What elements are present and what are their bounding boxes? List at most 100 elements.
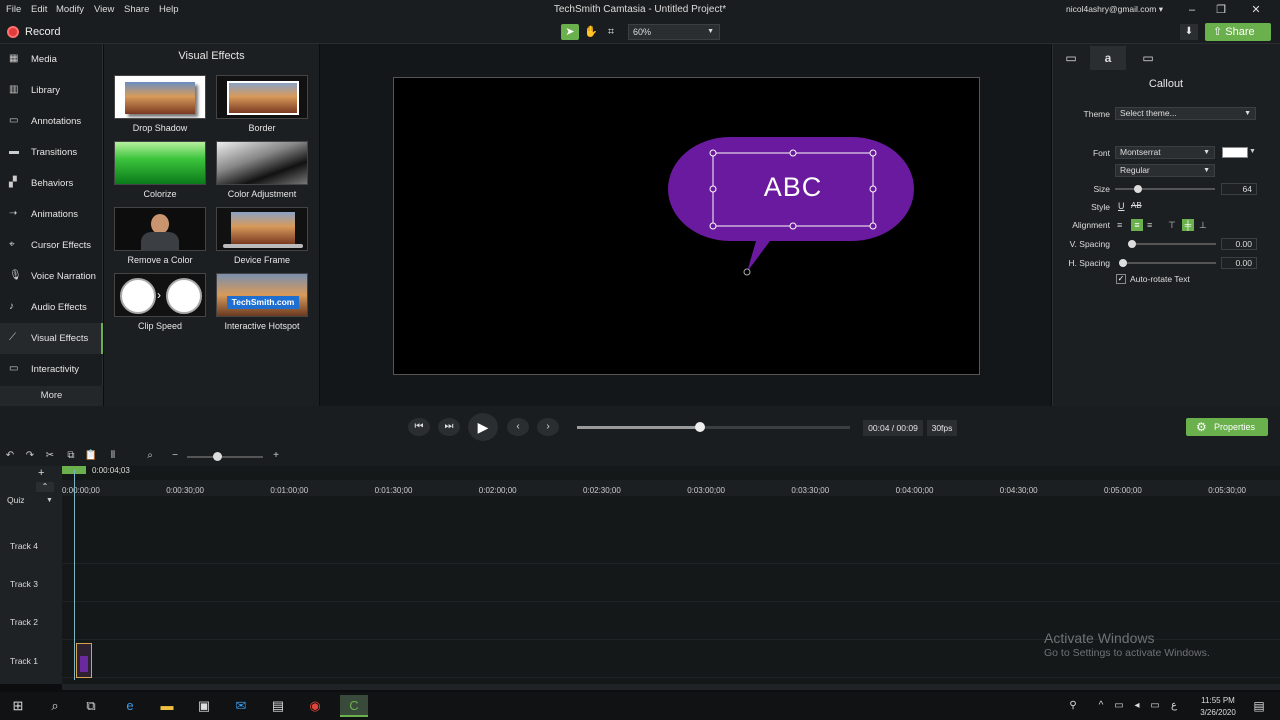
callout-text[interactable]: ABC <box>713 172 873 203</box>
size-slider-knob[interactable] <box>1134 185 1142 193</box>
callout-clip[interactable] <box>76 643 92 678</box>
time-ruler[interactable] <box>62 480 1280 496</box>
sidebar-item-cursor-effects[interactable]: ⌖ Cursor Effects <box>0 230 103 261</box>
horizontal-scrollbar[interactable] <box>62 684 1280 690</box>
notification-icon[interactable]: ▤ <box>1250 697 1268 715</box>
ime-icon[interactable]: ع <box>1165 697 1183 715</box>
properties-button[interactable]: ⚙ Properties <box>1186 418 1268 436</box>
tab-visual-properties[interactable]: ▭ <box>1053 46 1089 70</box>
edge-icon[interactable]: e <box>121 697 139 715</box>
chevron-down-icon[interactable]: ▼ <box>46 497 53 504</box>
minimize-icon[interactable]: – <box>1182 2 1202 18</box>
theme-select[interactable]: Select theme... ▼ <box>1115 107 1256 120</box>
timeline-zoom-knob[interactable] <box>213 452 222 461</box>
resize-handle[interactable] <box>789 149 797 157</box>
align-middle-icon[interactable]: ╪ <box>1182 219 1194 231</box>
zoom-out-icon[interactable]: − <box>168 450 182 461</box>
resize-handle[interactable] <box>709 222 717 230</box>
hspacing-slider-knob[interactable] <box>1119 259 1127 267</box>
close-icon[interactable]: ✕ <box>1246 2 1266 18</box>
zoom-select[interactable]: 60% ▼ <box>628 24 720 40</box>
hspacing-slider[interactable] <box>1119 262 1216 264</box>
resize-handle[interactable] <box>709 149 717 157</box>
chevron-down-icon[interactable]: ▼ <box>1249 148 1256 155</box>
align-left-icon[interactable]: ≡ <box>1117 220 1127 230</box>
task-view-icon[interactable]: ⧉ <box>82 697 100 715</box>
effect-drop-shadow[interactable]: Drop Shadow <box>114 75 206 133</box>
align-bottom-icon[interactable]: ⊥ <box>1199 220 1209 230</box>
effect-remove-a-color[interactable]: Remove a Color <box>114 207 206 265</box>
previous-marker-icon[interactable]: ‹ <box>507 418 529 436</box>
sidebar-item-media[interactable]: ▦ Media <box>0 44 103 75</box>
search-icon[interactable]: ⌕ <box>143 450 157 461</box>
chevron-up-icon[interactable]: ^ <box>1092 697 1110 715</box>
track-row-4[interactable] <box>62 526 1280 564</box>
file-explorer-icon[interactable]: ▬ <box>158 697 176 715</box>
pan-tool-icon[interactable]: ✋ <box>582 24 600 40</box>
vspacing-slider-knob[interactable] <box>1128 240 1136 248</box>
playhead[interactable] <box>74 470 75 680</box>
account-menu[interactable]: nicol4ashry@gmail.com ▾ <box>1066 4 1163 15</box>
effect-color-adjustment[interactable]: Color Adjustment <box>216 141 308 199</box>
effect-interactive-hotspot[interactable]: TechSmith.com Interactive Hotspot <box>216 273 308 331</box>
strikethrough-button[interactable]: AB <box>1131 201 1142 210</box>
sidebar-item-transitions[interactable]: ▬ Transitions <box>0 137 103 168</box>
clock-date[interactable]: 3/26/2020 <box>1196 708 1240 717</box>
sidebar-item-audio-effects[interactable]: ♪ Audio Effects <box>0 292 103 323</box>
sidebar-item-animations[interactable]: ➝ Animations <box>0 199 103 230</box>
network-icon[interactable]: ▭ <box>1110 697 1128 715</box>
more-button[interactable]: More <box>0 386 103 406</box>
record-icon[interactable] <box>7 26 19 38</box>
tab-annotation-properties[interactable]: ▭ <box>1130 46 1166 70</box>
effect-clip-speed[interactable]: › Clip Speed <box>114 273 206 331</box>
scrub-knob[interactable] <box>694 422 705 432</box>
clock-time[interactable]: 11:55 PM <box>1196 696 1240 705</box>
copy-icon[interactable]: ⧉ <box>64 450 78 461</box>
cut-icon[interactable]: ✂ <box>43 450 57 461</box>
resize-handle[interactable] <box>869 222 877 230</box>
redo-icon[interactable]: ↷ <box>23 450 37 461</box>
sidebar-item-interactivity[interactable]: ▭ Interactivity <box>0 354 103 385</box>
share-button[interactable]: ⇧ Share <box>1205 23 1271 41</box>
sidebar-item-behaviors[interactable]: ▞ Behaviors <box>0 168 103 199</box>
add-track-icon[interactable]: + <box>38 467 44 479</box>
align-top-icon[interactable]: ⊤ <box>1168 220 1178 230</box>
chrome-icon[interactable]: ◉ <box>306 697 324 715</box>
app-icon[interactable]: ▤ <box>269 697 287 715</box>
store-icon[interactable]: ▣ <box>195 697 213 715</box>
step-back-icon[interactable]: ⏮ <box>408 418 430 436</box>
resize-handle[interactable] <box>869 149 877 157</box>
step-forward-icon[interactable]: ⏭ <box>438 418 460 436</box>
undo-icon[interactable]: ↶ <box>3 450 17 461</box>
vspacing-input[interactable]: 0.00 <box>1221 238 1257 250</box>
effect-colorize[interactable]: Colorize <box>114 141 206 199</box>
download-icon[interactable]: ⬇ <box>1180 24 1198 40</box>
crop-tool-icon[interactable]: ⌗ <box>602 24 620 40</box>
battery-icon[interactable]: ▭ <box>1146 697 1164 715</box>
tab-text-properties[interactable]: a <box>1090 46 1126 70</box>
size-input[interactable]: 64 <box>1221 183 1257 195</box>
vspacing-slider[interactable] <box>1128 243 1216 245</box>
collapse-icon[interactable]: ⌃ <box>36 482 54 492</box>
hspacing-input[interactable]: 0.00 <box>1221 257 1257 269</box>
sidebar-item-library[interactable]: ▥ Library <box>0 75 103 106</box>
restore-icon[interactable]: ❐ <box>1211 2 1231 18</box>
tail-handle[interactable] <box>743 268 751 276</box>
autorotate-checkbox[interactable]: ✓ <box>1116 274 1126 284</box>
timeline-zoom-slider[interactable] <box>187 456 263 458</box>
mail-icon[interactable]: ✉ <box>232 697 250 715</box>
sidebar-item-voice-narration[interactable]: 🎙 Voice Narration <box>0 261 103 292</box>
next-marker-icon[interactable]: › <box>537 418 559 436</box>
callout-shape[interactable] <box>660 130 920 280</box>
sidebar-item-visual-effects[interactable]: ⟋ Visual Effects <box>0 323 103 354</box>
record-button[interactable]: Record <box>25 26 60 38</box>
select-tool-icon[interactable]: ➤ <box>561 24 579 40</box>
track-row-3[interactable] <box>62 564 1280 602</box>
play-icon[interactable]: ▶ <box>468 413 498 441</box>
underline-button[interactable]: U <box>1118 201 1125 211</box>
windows-start-icon[interactable]: ⊞ <box>9 697 27 715</box>
split-icon[interactable]: ⫴ <box>106 450 120 461</box>
font-color-swatch[interactable] <box>1222 147 1248 158</box>
zoom-in-icon[interactable]: + <box>269 450 283 461</box>
resize-handle[interactable] <box>789 222 797 230</box>
